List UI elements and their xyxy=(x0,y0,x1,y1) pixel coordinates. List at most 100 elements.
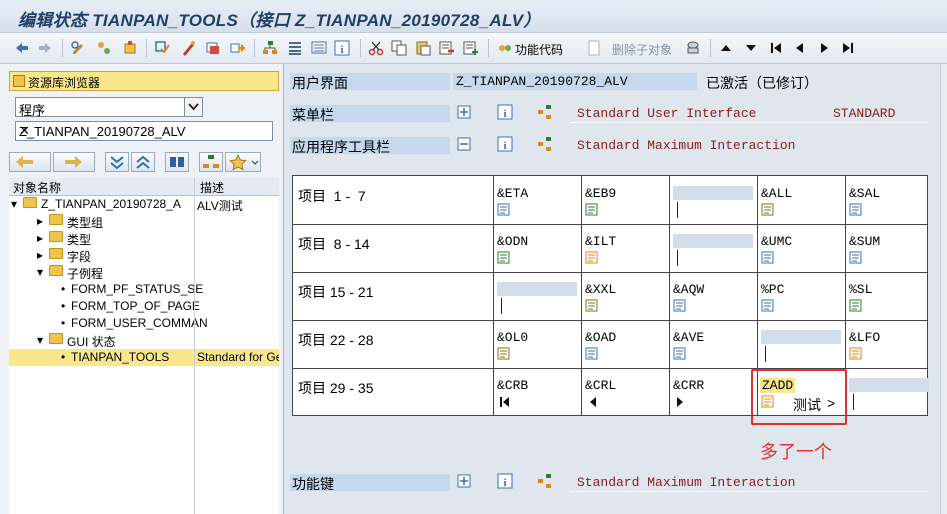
tree-node-form[interactable]: • FORM_TOP_OF_PAGE xyxy=(9,298,279,315)
function-code-button[interactable]: &ALL xyxy=(761,186,792,201)
chevron-right-icon[interactable]: ▸ xyxy=(37,231,43,245)
function-code-button[interactable]: &CRB xyxy=(497,378,528,393)
function-code-button[interactable]: &OL0 xyxy=(497,330,528,345)
empty-function-slot[interactable] xyxy=(673,186,753,200)
function-code-button[interactable]: &ILT xyxy=(585,234,616,249)
func-code-icon[interactable] xyxy=(497,40,513,56)
object-name-input[interactable]: Z_TIANPAN_20190728_ALV ✕ xyxy=(15,121,273,141)
chevron-right-icon[interactable]: ▸ xyxy=(37,248,43,262)
first-page-icon[interactable] xyxy=(768,40,784,56)
forward-icon[interactable] xyxy=(37,40,53,56)
chevron-down-icon[interactable]: ▾ xyxy=(37,265,43,279)
expand-icon[interactable] xyxy=(105,152,129,172)
tree-node-types[interactable]: ▸ 类型 xyxy=(9,230,279,247)
cut-icon[interactable] xyxy=(368,40,384,56)
list-icon[interactable] xyxy=(287,40,303,56)
function-code-button[interactable]: &AQW xyxy=(673,282,704,297)
function-code-button[interactable]: &ETA xyxy=(497,186,528,201)
function-code-button[interactable]: &AVE xyxy=(673,330,704,345)
function-code-button[interactable]: &XXL xyxy=(585,282,616,297)
tree-node-form[interactable]: • FORM_USER_COMMAN xyxy=(9,315,279,332)
object-type-select[interactable]: 程序 xyxy=(15,97,203,118)
vertical-scrollbar[interactable] xyxy=(940,64,947,514)
empty-function-slot[interactable] xyxy=(761,330,841,344)
function-code-button[interactable]: &ODN xyxy=(497,234,528,249)
function-icon xyxy=(585,251,599,265)
hierarchy-icon[interactable] xyxy=(537,473,553,489)
folder-icon xyxy=(49,265,63,276)
function-code-button[interactable]: &CRR xyxy=(673,378,704,393)
menu-bar-label: 菜单栏 xyxy=(290,105,450,123)
favorites-icon[interactable] xyxy=(225,152,261,172)
forward-nav-button[interactable] xyxy=(53,152,95,172)
collapse-icon[interactable] xyxy=(456,136,472,152)
empty-function-slot[interactable] xyxy=(849,378,929,392)
where-used-icon[interactable] xyxy=(205,40,221,56)
user-exit-icon[interactable] xyxy=(685,40,701,56)
other-object-icon[interactable] xyxy=(122,40,138,56)
func-code-button[interactable]: 功能代码 xyxy=(515,41,563,58)
clear-icon[interactable]: ✕ xyxy=(19,123,267,139)
hierarchy-icon[interactable] xyxy=(262,40,278,56)
repository-browser-header[interactable]: 资源库浏览器 xyxy=(9,71,279,91)
function-code-button[interactable]: &LFO xyxy=(849,330,880,345)
expand-icon[interactable] xyxy=(456,473,472,489)
find-icon[interactable] xyxy=(165,152,189,172)
activate-icon[interactable] xyxy=(180,40,196,56)
tree-node-subroutines[interactable]: ▾ 子例程 xyxy=(9,264,279,281)
function-icon xyxy=(497,251,511,265)
last-page-icon[interactable] xyxy=(840,40,856,56)
paste-icon[interactable] xyxy=(415,40,431,56)
function-code-button[interactable]: %SL xyxy=(849,282,872,297)
function-code-button[interactable]: %PC xyxy=(761,282,784,297)
active-inactive-icon[interactable] xyxy=(96,40,112,56)
back-icon[interactable] xyxy=(14,40,30,56)
tree-node-fields[interactable]: ▸ 字段 xyxy=(9,247,279,264)
hierarchy-icon[interactable] xyxy=(537,136,553,152)
info-icon[interactable]: i xyxy=(497,104,513,120)
function-code-button[interactable]: &SUM xyxy=(849,234,880,249)
delete-entry-icon[interactable] xyxy=(439,40,455,56)
navigate-icon[interactable] xyxy=(230,40,246,56)
empty-function-slot[interactable] xyxy=(673,234,753,248)
chevron-right-icon[interactable]: ▸ xyxy=(37,214,43,228)
collapse-icon[interactable] xyxy=(131,152,155,172)
tree-node-form[interactable]: • FORM_PF_STATUS_SE xyxy=(9,281,279,298)
chevron-down-icon[interactable] xyxy=(184,98,202,116)
down-icon[interactable] xyxy=(743,40,759,56)
empty-function-slot[interactable] xyxy=(497,282,577,296)
tree-node-program[interactable]: ▾ Z_TIANPAN_20190728_A ALV测试 xyxy=(9,196,279,213)
info-icon[interactable]: i xyxy=(497,136,513,152)
next-page-icon[interactable] xyxy=(816,40,832,56)
check-icon[interactable] xyxy=(154,40,170,56)
grid-row-label: 项目 22 - 28 xyxy=(298,332,374,348)
repository-browser-panel: 资源库浏览器 程序 Z_TIANPAN_20190728_ALV ✕ 对象名称 … xyxy=(0,64,284,514)
display-change-icon[interactable] xyxy=(70,40,86,56)
function-code-button[interactable]: &UMC xyxy=(761,234,792,249)
tree-node-type-groups[interactable]: ▸ 类型组 xyxy=(9,213,279,230)
up-icon[interactable] xyxy=(718,40,734,56)
function-code-button[interactable]: &CRL xyxy=(585,378,616,393)
back-nav-button[interactable] xyxy=(9,152,51,172)
delete-sub-button[interactable]: 删除子对象 xyxy=(612,41,672,58)
column-divider[interactable] xyxy=(194,178,195,514)
copy-icon[interactable] xyxy=(391,40,407,56)
folder-icon xyxy=(13,75,25,87)
prev-page-icon[interactable] xyxy=(792,40,808,56)
tree-node-gui-status[interactable]: ▾ GUI 状态 xyxy=(9,332,279,349)
function-code-button[interactable]: &OAD xyxy=(585,330,616,345)
function-code-button[interactable]: &EB9 xyxy=(585,186,616,201)
info-icon[interactable]: i xyxy=(497,473,513,489)
menu-bar-code: STANDARD xyxy=(833,106,896,121)
tree-node-selected[interactable]: • TIANPAN_TOOLS Standard for Ge xyxy=(9,349,279,366)
expand-icon[interactable] xyxy=(456,104,472,120)
display-object-list-icon[interactable] xyxy=(311,40,327,56)
insert-entry-icon[interactable] xyxy=(463,40,479,56)
chevron-down-icon[interactable]: ▾ xyxy=(37,333,43,347)
info-icon[interactable]: i xyxy=(334,40,350,56)
chevron-down-icon[interactable]: ▾ xyxy=(11,197,17,211)
hierarchy-icon[interactable] xyxy=(199,152,223,172)
function-code-button[interactable]: &SAL xyxy=(849,186,880,201)
hierarchy-icon[interactable] xyxy=(537,104,553,120)
delete-sub-icon[interactable] xyxy=(586,40,602,56)
